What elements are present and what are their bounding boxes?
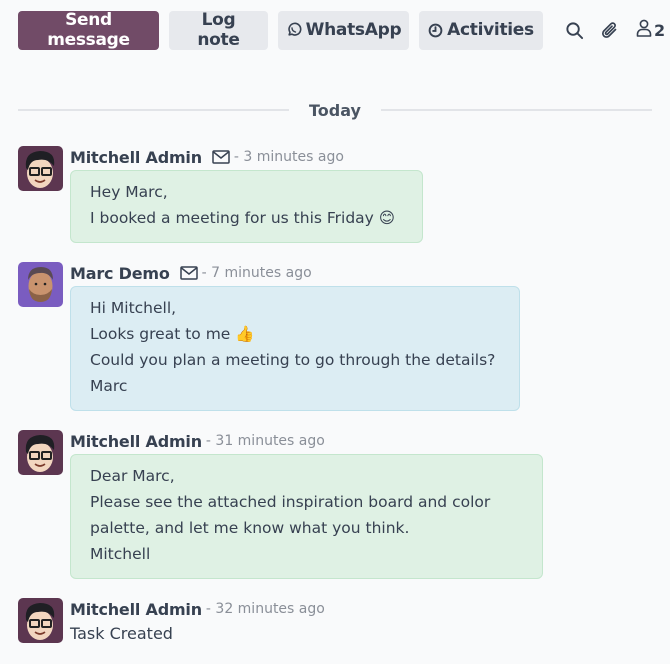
message: Marc Demo - 7 minutes ago Hi Mitchell, L…	[18, 262, 618, 412]
activities-label: Activities	[447, 20, 534, 40]
message-line: Please see the attached inspiration boar…	[90, 493, 491, 511]
message-header: Mitchell Admin - 31 minutes ago	[70, 430, 325, 452]
message-line: Could you plan a meeting to go through t…	[90, 351, 496, 369]
message-date: - 7 minutes ago	[201, 265, 312, 281]
author-name[interactable]: Mitchell Admin	[70, 600, 202, 619]
message-line: Mitchell	[90, 545, 151, 563]
author-name[interactable]: Mitchell Admin	[70, 432, 202, 451]
message-body: Hi Mitchell, Looks great to me 👍 Could y…	[70, 286, 520, 411]
paperclip-icon[interactable]	[600, 20, 620, 40]
tracking-message: Task Created	[70, 624, 173, 643]
separator-label: Today	[309, 100, 361, 120]
search-icon[interactable]	[565, 21, 584, 40]
message-line: I booked a meeting for us this Friday 😊	[90, 209, 395, 227]
message-line: Looks great to me 👍	[90, 325, 255, 343]
avatar[interactable]	[18, 430, 63, 475]
message-header: Mitchell Admin - 3 minutes ago	[70, 146, 344, 168]
message-line: palette, and let me know what you think.	[90, 519, 410, 537]
log-note-button[interactable]: Log note	[169, 10, 268, 50]
clock-icon	[428, 23, 443, 38]
envelope-icon	[212, 150, 230, 164]
message-body: Dear Marc, Please see the attached inspi…	[70, 454, 543, 579]
followers-count: 2	[654, 20, 666, 40]
separator-line	[380, 109, 652, 111]
date-separator: Today	[18, 100, 652, 120]
avatar[interactable]	[18, 598, 63, 643]
author-name[interactable]: Marc Demo	[70, 264, 170, 283]
message: Mitchell Admin - 32 minutes ago Task Cre…	[18, 598, 618, 648]
message-date: - 31 minutes ago	[205, 433, 325, 449]
avatar[interactable]	[18, 262, 63, 307]
chatter-toolbar: Send message Log note WhatsApp Activitie…	[18, 10, 670, 50]
message: Mitchell Admin - 31 minutes ago Dear Mar…	[18, 430, 618, 580]
message-date: - 32 minutes ago	[205, 601, 325, 617]
message-line: Hi Mitchell,	[90, 299, 177, 317]
activities-button[interactable]: Activities	[419, 10, 543, 50]
message-header: Mitchell Admin - 32 minutes ago	[70, 598, 325, 620]
message-line: Task Created	[70, 624, 173, 643]
author-name[interactable]: Mitchell Admin	[70, 148, 202, 167]
envelope-icon	[179, 266, 198, 280]
whatsapp-icon	[286, 22, 302, 38]
avatar[interactable]	[18, 146, 63, 191]
message-line: Marc	[90, 377, 128, 395]
send-message-button[interactable]: Send message	[18, 10, 159, 50]
message: Mitchell Admin - 3 minutes ago Hey Marc,…	[18, 146, 618, 246]
user-icon	[636, 19, 652, 41]
message-date: - 3 minutes ago	[233, 149, 344, 165]
message-body: Hey Marc, I booked a meeting for us this…	[70, 170, 423, 243]
message-line: Dear Marc,	[90, 467, 175, 485]
separator-line	[18, 109, 290, 111]
message-header: Marc Demo - 7 minutes ago	[70, 262, 312, 284]
chatter-tools: 2	[565, 19, 665, 41]
whatsapp-label: WhatsApp	[305, 20, 402, 40]
message-line: Hey Marc,	[90, 183, 168, 201]
whatsapp-button[interactable]: WhatsApp	[278, 10, 409, 50]
followers-button[interactable]: 2	[636, 19, 665, 41]
